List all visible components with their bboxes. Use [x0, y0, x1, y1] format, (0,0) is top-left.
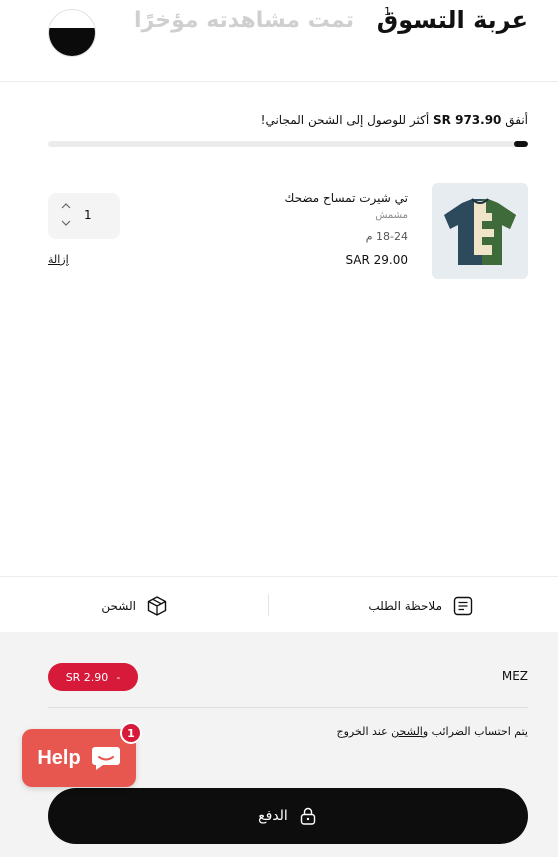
- tax-shipping-note: يتم احتساب الضرائب والشحن عند الخروج: [336, 725, 528, 738]
- close-icon: [49, 28, 95, 56]
- shipping-remaining-amount: SR 973.90: [433, 113, 502, 127]
- lock-icon: [300, 807, 316, 825]
- free-shipping-progress: [48, 141, 528, 147]
- box-icon: [147, 596, 167, 616]
- product-size: 18-24 م: [365, 230, 408, 243]
- recently-viewed-tab[interactable]: تمت مشاهدته مؤخرًا: [134, 8, 354, 33]
- help-label: Help: [37, 746, 81, 769]
- help-chat-button[interactable]: Help: [22, 729, 136, 787]
- footer-divider: [48, 707, 528, 708]
- free-shipping-message: أنفق SR 973.90 أكثر للوصول إلى الشحن الم…: [260, 113, 528, 127]
- chat-icon: [91, 747, 120, 770]
- remove-item-link[interactable]: إزالة: [48, 253, 69, 266]
- close-button[interactable]: [48, 9, 96, 57]
- product-vendor: مشمش: [375, 210, 408, 221]
- order-note-button[interactable]: ملاحظة الطلب: [368, 595, 474, 617]
- quantity-value[interactable]: 1: [84, 208, 92, 222]
- quantity-stepper[interactable]: 1: [48, 193, 120, 239]
- tshirt-image: [432, 183, 528, 279]
- discount-code: MEZ: [501, 669, 528, 683]
- product-thumbnail[interactable]: [432, 183, 528, 279]
- discount-badge[interactable]: SR 2.90 -: [48, 663, 138, 691]
- order-note-label: ملاحظة الطلب: [368, 599, 442, 613]
- cart-title: عربة التسوق: [376, 6, 528, 34]
- help-notification-badge: 1: [120, 722, 142, 744]
- chevron-up-icon[interactable]: [60, 201, 72, 213]
- shipping-policy-link[interactable]: الشحن: [391, 725, 423, 738]
- chevron-down-icon[interactable]: [60, 218, 72, 230]
- discount-amount: SR 2.90: [65, 670, 109, 684]
- shipping-estimate-button[interactable]: الشحن: [101, 595, 168, 617]
- cart-count-badge: 1: [384, 5, 391, 18]
- product-name[interactable]: تي شيرت تمساح مضحك: [285, 191, 408, 205]
- cart-tools-bar: ملاحظة الطلب الشحن: [0, 576, 558, 632]
- checkout-button[interactable]: الدفع: [48, 788, 528, 844]
- free-shipping-progress-fill: [513, 141, 528, 147]
- cart-header: عربة التسوق 1 تمت مشاهدته مؤخرًا: [0, 0, 558, 82]
- shipping-label: الشحن: [101, 599, 136, 613]
- note-icon: [453, 596, 473, 616]
- product-price: SAR 29.00: [345, 253, 408, 267]
- discount-remove-icon[interactable]: -: [116, 671, 120, 684]
- tools-divider: [268, 594, 269, 616]
- checkout-label: الدفع: [258, 808, 288, 824]
